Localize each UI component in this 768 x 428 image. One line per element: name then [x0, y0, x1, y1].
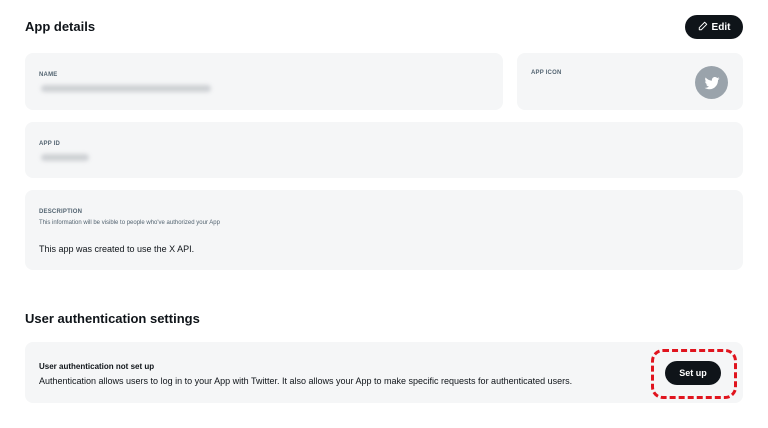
user-auth-heading: User authentication not set up [39, 362, 155, 371]
pencil-icon [698, 21, 708, 34]
edit-button[interactable]: Edit [685, 15, 743, 39]
app-name-card: NAME [25, 53, 503, 110]
app-id-card: APP ID [25, 122, 743, 178]
description-card: DESCRIPTION This information will be vis… [25, 190, 743, 270]
app-name-value-redacted [41, 85, 211, 92]
user-auth-title: User authentication settings [25, 311, 200, 326]
app-details-title: App details [25, 19, 96, 34]
description-label: DESCRIPTION [39, 209, 83, 215]
app-icon-label: APP ICON [531, 70, 562, 76]
twitter-bird-icon [695, 66, 728, 99]
setup-button[interactable]: Set up [665, 361, 721, 385]
user-auth-description: Authentication allows users to log in to… [39, 376, 573, 386]
user-auth-card: User authentication not set up Authentic… [25, 342, 743, 403]
app-icon-card: APP ICON [517, 53, 743, 110]
app-id-value-redacted [41, 154, 89, 161]
description-value: This app was created to use the X API. [39, 244, 195, 254]
edit-button-label: Edit [711, 21, 731, 33]
app-id-label: APP ID [39, 141, 61, 147]
app-name-label: NAME [39, 72, 58, 78]
app-settings-page: App details Edit NAME APP ICON APP ID DE… [0, 0, 768, 428]
description-helper: This information will be visible to peop… [39, 220, 220, 226]
